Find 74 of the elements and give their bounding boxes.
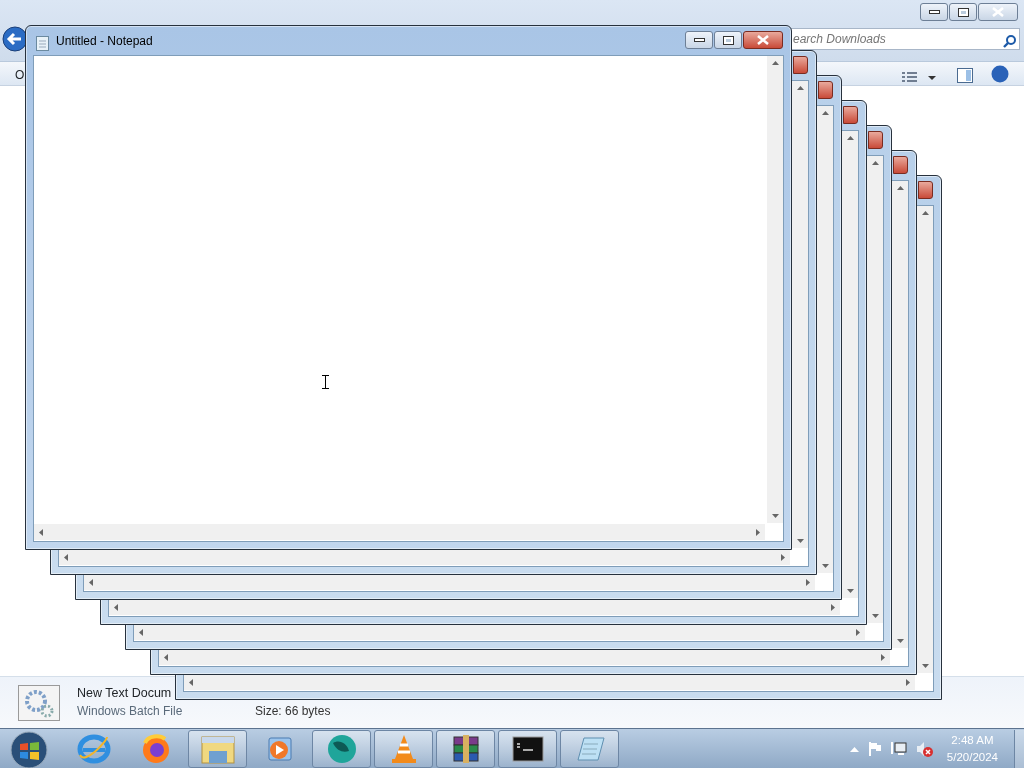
scroll-down-arrow-icon[interactable] bbox=[796, 539, 804, 543]
close-button[interactable] bbox=[793, 56, 808, 74]
maximize-button[interactable] bbox=[949, 3, 977, 21]
scroll-left-arrow-icon[interactable] bbox=[39, 528, 43, 536]
scroll-up-arrow-icon[interactable] bbox=[821, 111, 829, 115]
scroll-left-arrow-icon[interactable] bbox=[139, 628, 143, 636]
toolbar-label[interactable]: O bbox=[15, 66, 25, 84]
scroll-up-arrow-icon[interactable] bbox=[796, 86, 804, 90]
scroll-right-arrow-icon[interactable] bbox=[856, 628, 860, 636]
minimize-icon bbox=[693, 38, 705, 42]
search-field[interactable]: earch Downloads bbox=[790, 28, 1020, 50]
vertical-scrollbar[interactable] bbox=[842, 131, 858, 598]
taskbar-button[interactable] bbox=[312, 729, 371, 768]
notepad-icon bbox=[36, 34, 49, 49]
vertical-scrollbar[interactable] bbox=[867, 156, 883, 623]
scroll-up-arrow-icon[interactable] bbox=[871, 161, 879, 165]
scroll-right-arrow-icon[interactable] bbox=[756, 528, 760, 536]
close-icon bbox=[992, 7, 1004, 17]
browser-e-icon bbox=[76, 732, 111, 765]
vertical-scrollbar[interactable] bbox=[917, 206, 933, 673]
scroll-right-arrow-icon[interactable] bbox=[881, 653, 885, 661]
scroll-left-arrow-icon[interactable] bbox=[189, 678, 193, 686]
file-type: Windows Batch File bbox=[77, 703, 183, 720]
gear-file-icon bbox=[18, 685, 60, 721]
maximize-icon bbox=[957, 7, 969, 17]
scroll-down-arrow-icon[interactable] bbox=[821, 564, 829, 568]
taskbar-button[interactable] bbox=[498, 729, 557, 768]
taskbar-button[interactable] bbox=[436, 729, 495, 768]
scroll-right-arrow-icon[interactable] bbox=[781, 553, 785, 561]
scroll-left-arrow-icon[interactable] bbox=[64, 553, 68, 561]
scroll-down-arrow-icon[interactable] bbox=[771, 514, 779, 518]
scroll-right-arrow-icon[interactable] bbox=[906, 678, 910, 686]
scroll-down-arrow-icon[interactable] bbox=[921, 664, 929, 668]
scroll-left-arrow-icon[interactable] bbox=[164, 653, 168, 661]
scroll-up-arrow-icon[interactable] bbox=[771, 61, 779, 65]
vertical-scrollbar[interactable] bbox=[767, 56, 783, 523]
file-size: Size: 66 bytes bbox=[255, 703, 331, 720]
file-name: New Text Docum bbox=[77, 685, 172, 702]
close-button[interactable] bbox=[868, 131, 883, 149]
close-button[interactable] bbox=[918, 181, 933, 199]
close-button[interactable] bbox=[893, 156, 908, 174]
muted-speaker-icon[interactable] bbox=[915, 740, 934, 757]
maximize-icon bbox=[722, 35, 734, 45]
scroll-right-arrow-icon[interactable] bbox=[806, 578, 810, 586]
scroll-down-arrow-icon[interactable] bbox=[896, 639, 904, 643]
scroll-down-arrow-icon[interactable] bbox=[846, 589, 854, 593]
minimize-button[interactable] bbox=[685, 31, 713, 49]
close-icon bbox=[757, 35, 769, 45]
vertical-scrollbar[interactable] bbox=[792, 81, 808, 548]
clock-time[interactable]: 2:48 AM bbox=[946, 731, 998, 749]
maximize-button[interactable] bbox=[714, 31, 742, 49]
scroll-right-arrow-icon[interactable] bbox=[831, 603, 835, 611]
scroll-up-arrow-icon[interactable] bbox=[896, 186, 904, 190]
clock-date[interactable]: 5/20/2024 bbox=[946, 748, 998, 766]
minimize-icon bbox=[928, 10, 940, 14]
close-button[interactable] bbox=[743, 31, 783, 49]
scroll-up-arrow-icon[interactable] bbox=[846, 136, 854, 140]
scroll-left-arrow-icon[interactable] bbox=[89, 578, 93, 586]
text-cursor-icon bbox=[322, 372, 329, 386]
preview-pane-icon[interactable] bbox=[957, 66, 973, 81]
close-button[interactable] bbox=[818, 81, 833, 99]
console-icon bbox=[511, 735, 544, 762]
scroll-down-arrow-icon[interactable] bbox=[871, 614, 879, 618]
scroll-left-arrow-icon[interactable] bbox=[114, 603, 118, 611]
vertical-scrollbar[interactable] bbox=[892, 181, 908, 648]
vertical-scrollbar[interactable] bbox=[817, 106, 833, 573]
show-desktop-button[interactable] bbox=[1014, 729, 1024, 768]
minimize-button[interactable] bbox=[920, 3, 948, 21]
close-button[interactable] bbox=[978, 3, 1018, 21]
horizontal-scrollbar[interactable] bbox=[34, 524, 765, 540]
network-icon[interactable] bbox=[890, 741, 907, 756]
close-button[interactable] bbox=[843, 106, 858, 124]
window-title: Untitled - Notepad bbox=[56, 33, 153, 50]
scroll-up-arrow-icon[interactable] bbox=[921, 211, 929, 215]
